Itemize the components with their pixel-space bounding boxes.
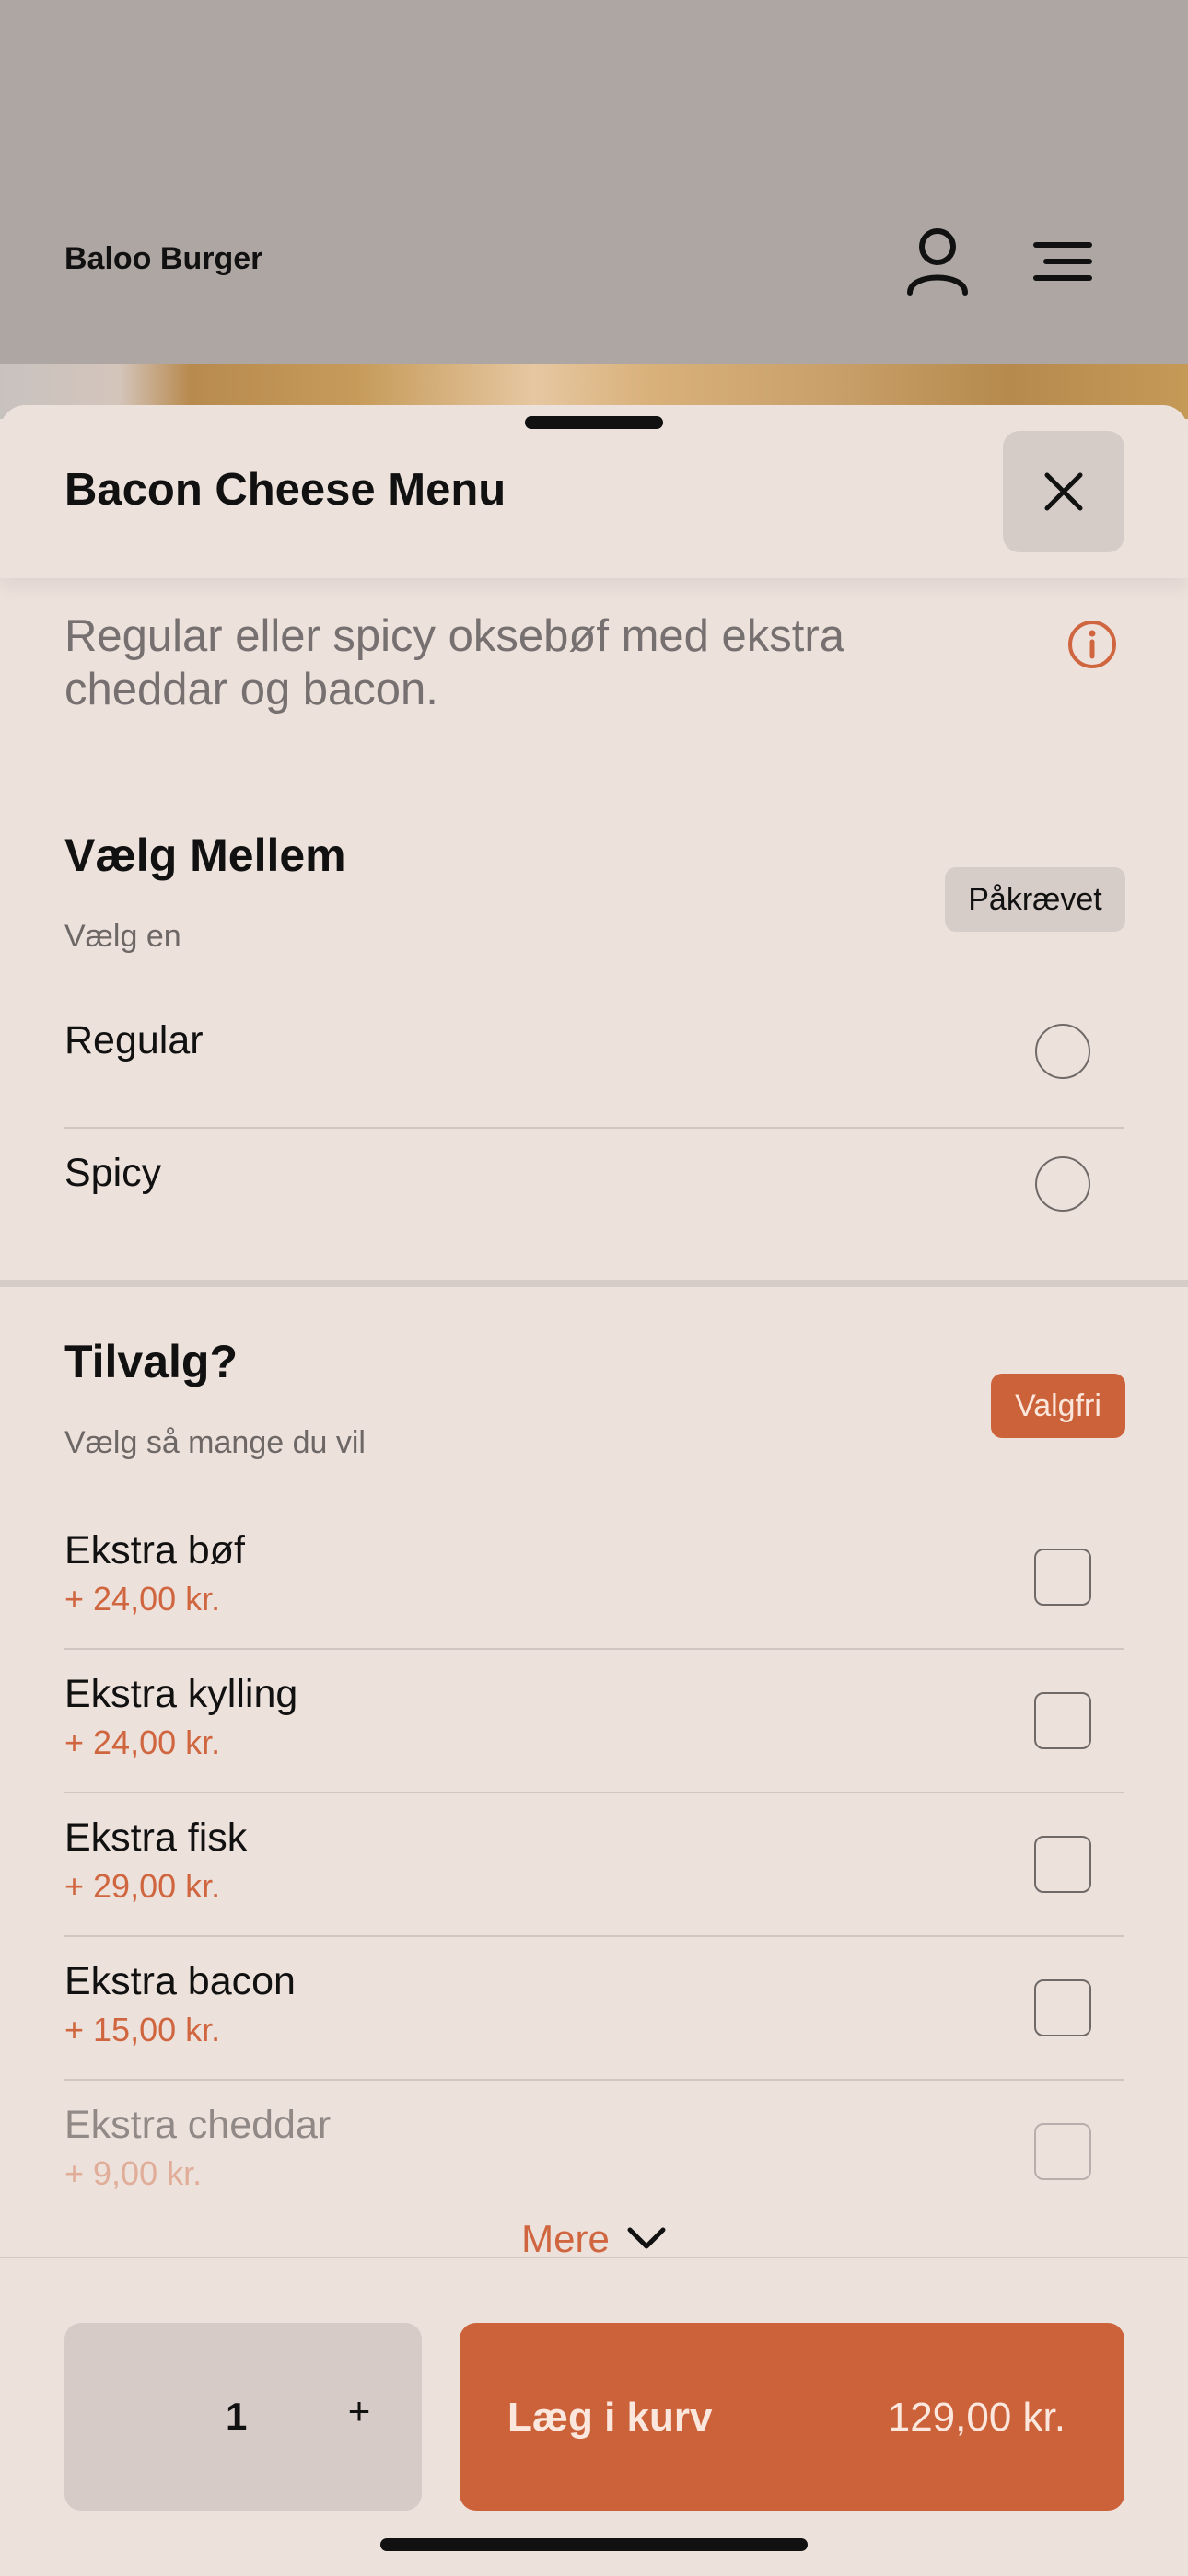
extra-option[interactable]: Ekstra cheddar + 9,00 kr.: [64, 2103, 1124, 2222]
option-label: Ekstra kylling: [64, 1672, 298, 1716]
option-label: Ekstra bøf: [64, 1528, 245, 1572]
sheet-header: Bacon Cheese Menu: [0, 405, 1188, 578]
size-group-title: Vælg Mellem: [64, 830, 346, 881]
option-label: Ekstra bacon: [64, 1959, 296, 2003]
option-label: Regular: [64, 1018, 204, 1062]
quantity-stepper[interactable]: 1 +: [64, 2323, 422, 2511]
extra-option[interactable]: Ekstra bøf + 24,00 kr.: [64, 1528, 1124, 1648]
option-regular[interactable]: Regular: [64, 994, 1124, 1086]
divider: [64, 1792, 1124, 1793]
show-more-button[interactable]: Mere: [0, 2217, 1188, 2254]
add-to-cart-button[interactable]: Læg i kurv 129,00 kr.: [460, 2323, 1124, 2511]
checkbox-extra-bacon[interactable]: [1034, 1979, 1091, 2036]
app-header: Baloo Burger: [0, 0, 1188, 364]
product-description: Regular eller spicy oksebøf med ekstra c…: [64, 611, 844, 714]
home-indicator[interactable]: [380, 2538, 808, 2551]
person-icon[interactable]: [901, 225, 974, 298]
section-separator: [0, 1280, 1188, 1287]
option-price: + 24,00 kr.: [64, 1580, 221, 1618]
option-price: + 24,00 kr.: [64, 1723, 221, 1761]
add-to-cart-label: Læg i kurv: [507, 2395, 713, 2440]
brand-name: Baloo Burger: [64, 241, 263, 276]
extra-option[interactable]: Ekstra bacon + 15,00 kr.: [64, 1959, 1124, 2079]
option-price: + 9,00 kr.: [64, 2154, 203, 2192]
checkbox-extra-fish[interactable]: [1034, 1836, 1091, 1893]
checkbox-extra-chicken[interactable]: [1034, 1692, 1091, 1749]
optional-badge: Valgfri: [991, 1374, 1125, 1438]
plus-button[interactable]: +: [332, 2384, 387, 2439]
option-label: Spicy: [64, 1151, 162, 1195]
checkbox-extra-cheddar[interactable]: [1034, 2123, 1091, 2180]
info-icon[interactable]: [1065, 617, 1120, 672]
close-icon: [1044, 472, 1083, 511]
divider: [64, 1648, 1124, 1650]
option-price: + 29,00 kr.: [64, 1867, 221, 1905]
checkbox-extra-beef[interactable]: [1034, 1549, 1091, 1606]
radio-spicy[interactable]: [1035, 1156, 1090, 1212]
extra-option[interactable]: Ekstra fisk + 29,00 kr.: [64, 1816, 1124, 1935]
divider: [64, 1935, 1124, 1937]
menu-icon[interactable]: [1026, 225, 1100, 298]
option-label: Ekstra cheddar: [64, 2103, 332, 2147]
extras-group-title: Tilvalg?: [64, 1336, 239, 1387]
option-price: + 15,00 kr.: [64, 2011, 221, 2048]
total-price: 129,00 kr.: [887, 2395, 1066, 2440]
product-title: Bacon Cheese Menu: [64, 465, 507, 515]
size-group-subtitle: Vælg en: [64, 919, 181, 954]
order-footer: 1 + Læg i kurv 129,00 kr.: [0, 2257, 1188, 2576]
divider: [64, 2079, 1124, 2081]
required-badge: Påkrævet: [945, 867, 1125, 932]
sheet-grabber[interactable]: [525, 416, 663, 429]
extra-option[interactable]: Ekstra kylling + 24,00 kr.: [64, 1672, 1124, 1792]
extras-group-subtitle: Vælg så mange du vil: [64, 1425, 366, 1460]
show-more-label: Mere: [521, 2217, 610, 2254]
close-button[interactable]: [1003, 431, 1124, 552]
radio-regular[interactable]: [1035, 1024, 1090, 1079]
option-label: Ekstra fisk: [64, 1816, 248, 1860]
product-sheet: Bacon Cheese Menu Regular eller spicy ok…: [0, 405, 1188, 2574]
chevron-down-icon: [627, 2227, 666, 2249]
quantity-value: 1: [226, 2395, 248, 2438]
option-spicy[interactable]: Spicy: [64, 1129, 1124, 1258]
